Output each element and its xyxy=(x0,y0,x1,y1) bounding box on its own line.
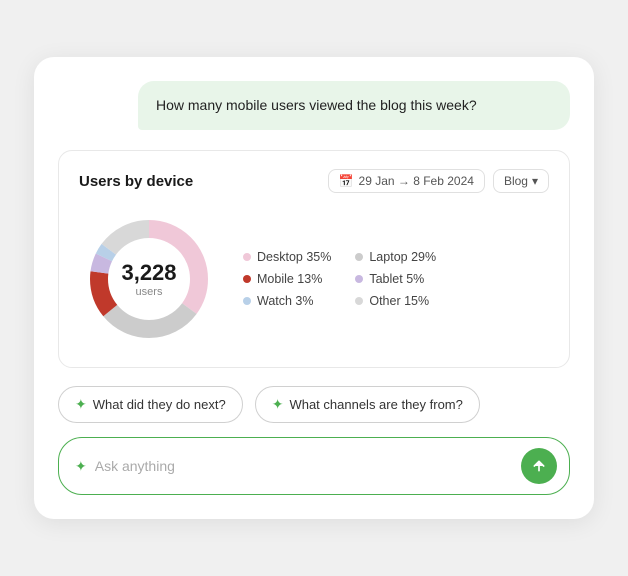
chat-bubble: How many mobile users viewed the blog th… xyxy=(138,81,570,130)
legend-dot-mobile xyxy=(243,275,251,283)
legend-item-watch: Watch 3% xyxy=(243,294,331,308)
legend-item-desktop: Desktop 35% xyxy=(243,250,331,264)
legend-dot-desktop xyxy=(243,253,251,261)
chat-bubble-text: How many mobile users viewed the blog th… xyxy=(156,97,477,113)
legend-item-laptop: Laptop 29% xyxy=(355,250,443,264)
widget-controls: 📅 29 Jan → 8 Feb 2024 Blog ▾ xyxy=(328,169,549,193)
suggestion-btn-next[interactable]: ✦ What did they do next? xyxy=(58,386,243,423)
send-button[interactable] xyxy=(521,448,557,484)
filter-label: Blog xyxy=(504,174,528,188)
legend-item-mobile: Mobile 13% xyxy=(243,272,331,286)
legend-label-mobile: Mobile 13% xyxy=(257,272,322,286)
legend-label-watch: Watch 3% xyxy=(257,294,314,308)
sparkle-input-icon: ✦ xyxy=(75,458,87,475)
users-by-device-widget: Users by device 📅 29 Jan → 8 Feb 2024 Bl… xyxy=(58,150,570,368)
sparkle-icon-2: ✦ xyxy=(272,396,284,413)
suggestion-label-1: What did they do next? xyxy=(93,397,226,412)
total-users-number: 3,228 xyxy=(121,260,176,286)
donut-center: 3,228 users xyxy=(121,260,176,298)
calendar-icon: 📅 xyxy=(339,174,354,188)
legend-dot-laptop xyxy=(355,253,363,261)
ask-input-row: ✦ xyxy=(58,437,570,495)
date-range-text: 29 Jan → 8 Feb 2024 xyxy=(359,174,474,188)
date-range-badge[interactable]: 📅 29 Jan → 8 Feb 2024 xyxy=(328,169,485,193)
widget-body: 3,228 users Desktop 35% Laptop 29% Mobil… xyxy=(79,209,549,349)
legend-item-other: Other 15% xyxy=(355,294,443,308)
donut-chart: 3,228 users xyxy=(79,209,219,349)
legend-dot-tablet xyxy=(355,275,363,283)
filter-badge[interactable]: Blog ▾ xyxy=(493,169,549,193)
total-users-label: users xyxy=(121,286,176,298)
suggestion-row: ✦ What did they do next? ✦ What channels… xyxy=(58,386,570,423)
legend-dot-watch xyxy=(243,297,251,305)
legend-label-desktop: Desktop 35% xyxy=(257,250,331,264)
legend-item-tablet: Tablet 5% xyxy=(355,272,443,286)
ask-input[interactable] xyxy=(95,458,513,474)
legend: Desktop 35% Laptop 29% Mobile 13% Tablet… xyxy=(243,250,444,308)
suggestion-btn-channels[interactable]: ✦ What channels are they from? xyxy=(255,386,480,423)
legend-label-laptop: Laptop 29% xyxy=(369,250,436,264)
widget-title: Users by device xyxy=(79,173,193,190)
suggestion-label-2: What channels are they from? xyxy=(289,397,462,412)
chevron-down-icon: ▾ xyxy=(532,174,538,188)
legend-label-tablet: Tablet 5% xyxy=(369,272,424,286)
sparkle-icon-1: ✦ xyxy=(75,396,87,413)
legend-label-other: Other 15% xyxy=(369,294,429,308)
send-arrow-icon xyxy=(531,458,547,474)
widget-header: Users by device 📅 29 Jan → 8 Feb 2024 Bl… xyxy=(79,169,549,193)
main-card: How many mobile users viewed the blog th… xyxy=(34,57,594,519)
legend-dot-other xyxy=(355,297,363,305)
